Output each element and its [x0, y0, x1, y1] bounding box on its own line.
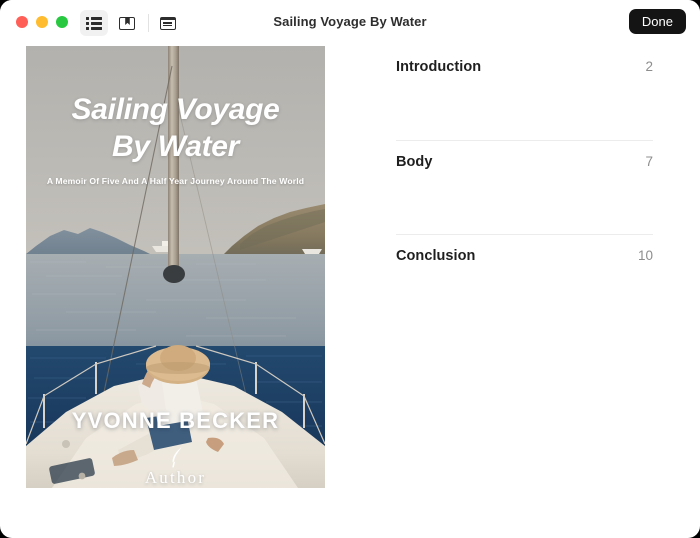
cover-photo	[26, 46, 325, 488]
toc-entry-page: 2	[645, 59, 653, 74]
done-button[interactable]: Done	[628, 9, 686, 34]
toc-entry-page: 7	[645, 154, 653, 169]
book-cover[interactable]: Sailing Voyage By Water A Memoir Of Five…	[26, 46, 325, 488]
toc-entry-conclusion[interactable]: Conclusion 10	[396, 234, 653, 328]
toc-entry-page: 10	[637, 248, 653, 263]
book-reader-window: Sailing Voyage By Water Done Sailing Voy…	[0, 0, 700, 538]
toc-entry-title: Body	[396, 154, 433, 170]
toc-entry-title: Introduction	[396, 59, 482, 75]
window-toolbar: Sailing Voyage By Water Done	[0, 0, 700, 45]
page-title: Sailing Voyage By Water	[273, 14, 427, 29]
toc-entry-introduction[interactable]: Introduction 2	[396, 46, 653, 140]
table-of-contents: Introduction 2 Body 7 Conclusion 10	[396, 46, 653, 328]
toc-entry-body[interactable]: Body 7	[396, 140, 653, 234]
toc-entry-title: Conclusion	[396, 248, 476, 264]
